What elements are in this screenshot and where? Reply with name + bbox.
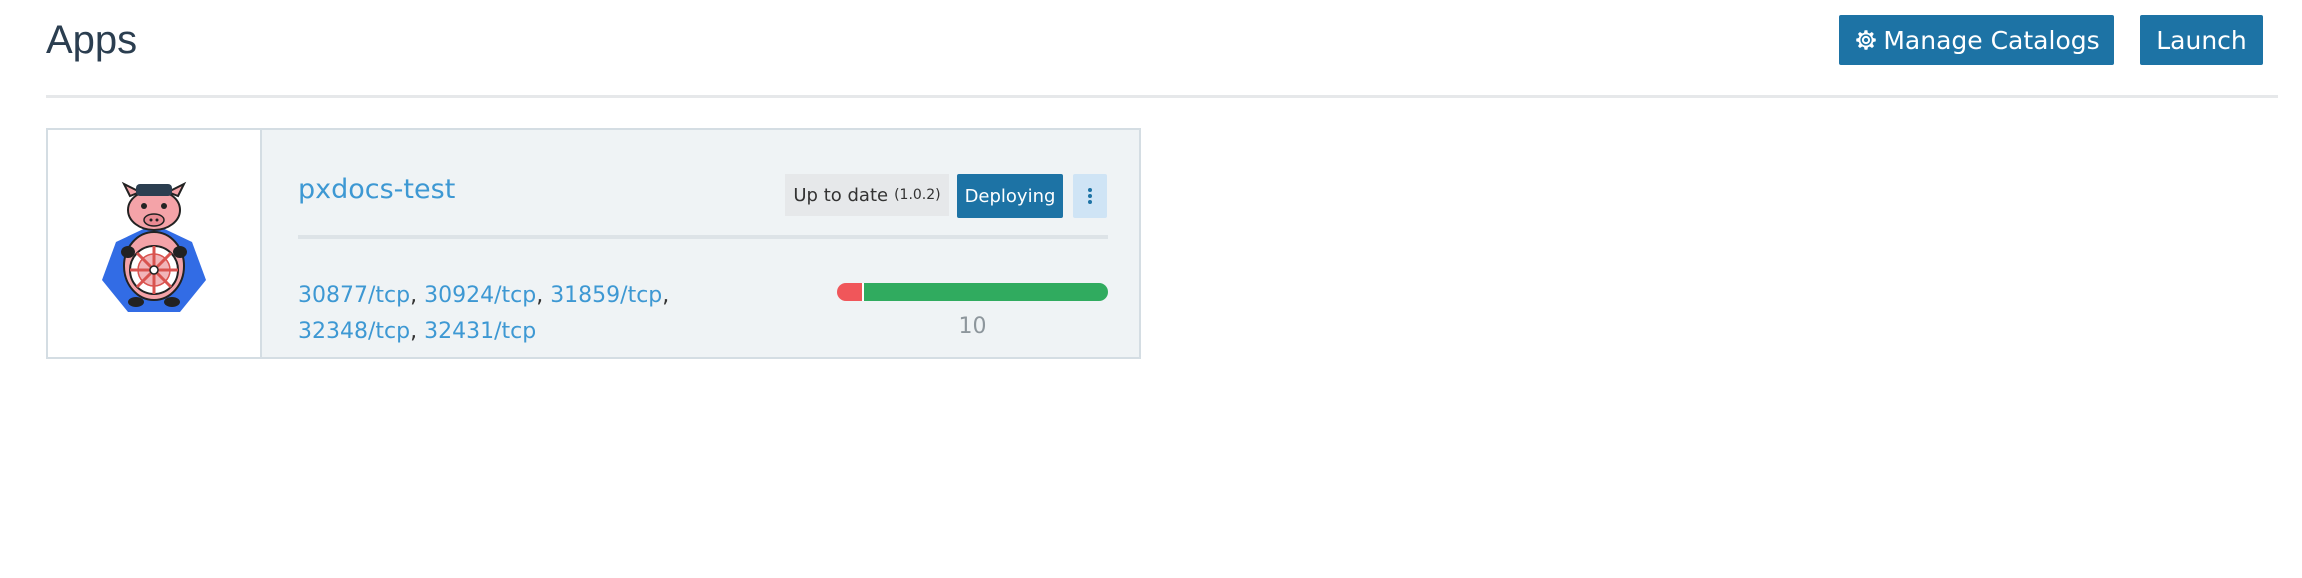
launch-button[interactable]: Launch bbox=[2140, 15, 2263, 65]
port-link[interactable]: 30877/tcp bbox=[298, 283, 410, 308]
port-link[interactable]: 30924/tcp bbox=[424, 283, 536, 308]
vertical-dots-icon bbox=[1088, 188, 1092, 204]
unhealthy-segment bbox=[837, 283, 865, 301]
gear-icon bbox=[1856, 30, 1877, 50]
page-header: Apps Manage Catalogs Launch bbox=[46, 0, 2278, 98]
app-logo-panel bbox=[48, 130, 262, 357]
state-badge: Deploying bbox=[957, 174, 1063, 218]
card-divider bbox=[298, 235, 1108, 239]
status-badge: Up to date (1.0.2) bbox=[785, 174, 949, 216]
health-progress-bar[interactable] bbox=[837, 283, 1108, 301]
port-link[interactable]: 32348/tcp bbox=[298, 319, 410, 344]
page-title: Apps bbox=[46, 18, 138, 62]
manage-catalogs-button[interactable]: Manage Catalogs bbox=[1839, 15, 2114, 65]
kubernetes-pig-logo bbox=[102, 181, 206, 312]
port-link[interactable]: 32431/tcp bbox=[424, 319, 536, 344]
app-card: pxdocs-test Up to date (1.0.2) Deploying… bbox=[46, 128, 1141, 359]
status-text: Up to date bbox=[793, 184, 889, 206]
port-link[interactable]: 31859/tcp bbox=[550, 283, 662, 308]
more-actions-button[interactable] bbox=[1073, 174, 1107, 218]
ports-list: 30877/tcp, 30924/tcp, 31859/tcp, 32348/t… bbox=[298, 283, 670, 344]
container-count: 10 bbox=[958, 314, 987, 339]
healthy-segment bbox=[864, 283, 1108, 301]
manage-catalogs-label: Manage Catalogs bbox=[1883, 25, 2100, 55]
app-name-link[interactable]: pxdocs-test bbox=[298, 174, 455, 205]
version-text: (1.0.2) bbox=[894, 187, 941, 203]
